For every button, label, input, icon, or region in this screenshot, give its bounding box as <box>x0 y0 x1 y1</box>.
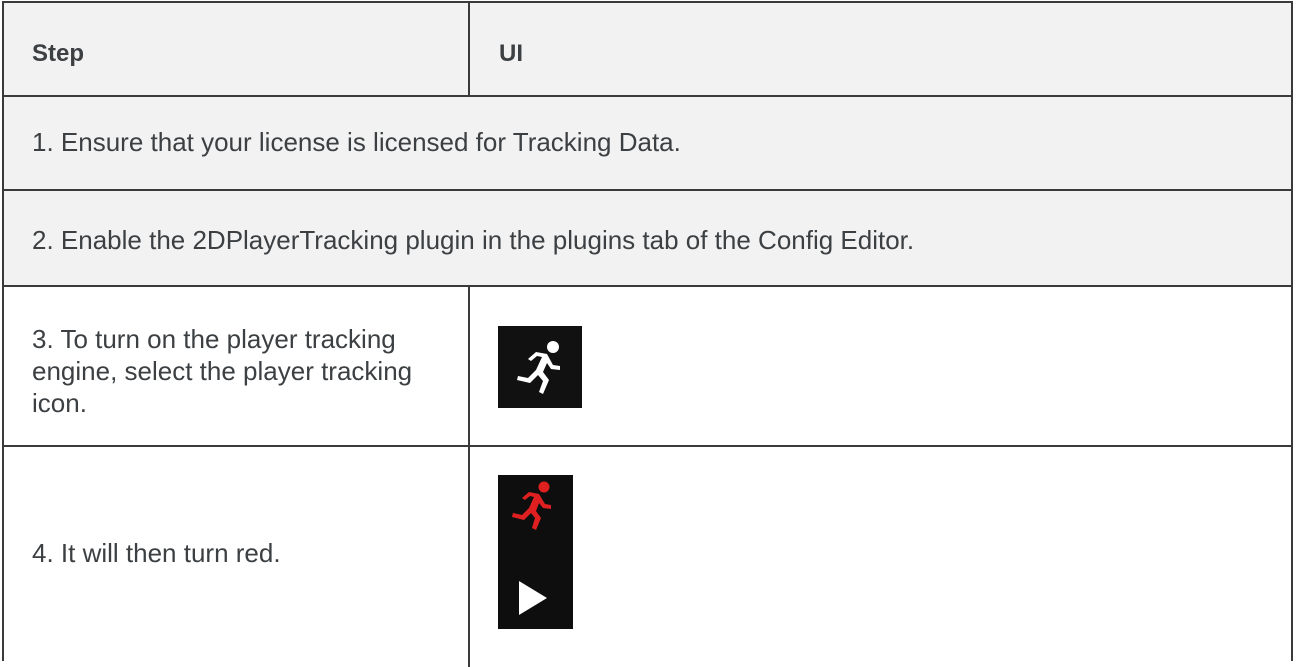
step-3-text: 3. To turn on the player tracking engine… <box>32 324 413 418</box>
steps-table: Step UI 1. Ensure that your license is l… <box>2 1 1293 667</box>
column-divider <box>468 287 470 445</box>
step-4-text: 4. It will then turn red. <box>32 538 281 568</box>
table-row: 2. Enable the 2DPlayerTracking plugin in… <box>4 191 1291 287</box>
play-icon[interactable] <box>519 581 547 615</box>
column-divider <box>468 3 470 95</box>
header-ui: UI <box>499 40 523 67</box>
running-person-red-icon[interactable] <box>512 481 551 531</box>
table-row: 1. Ensure that your license is licensed … <box>4 97 1291 191</box>
table-header-row: Step UI <box>4 3 1291 97</box>
header-step: Step <box>32 40 85 67</box>
running-person-icon[interactable] <box>498 326 582 408</box>
tracking-controls <box>498 475 573 629</box>
column-divider <box>468 447 470 667</box>
table-row: 3. To turn on the player tracking engine… <box>4 287 1291 447</box>
step-1-text: 1. Ensure that your license is licensed … <box>32 127 681 157</box>
table-row: 4. It will then turn red. <box>4 447 1291 667</box>
step-2-text: 2. Enable the 2DPlayerTracking plugin in… <box>32 225 915 255</box>
